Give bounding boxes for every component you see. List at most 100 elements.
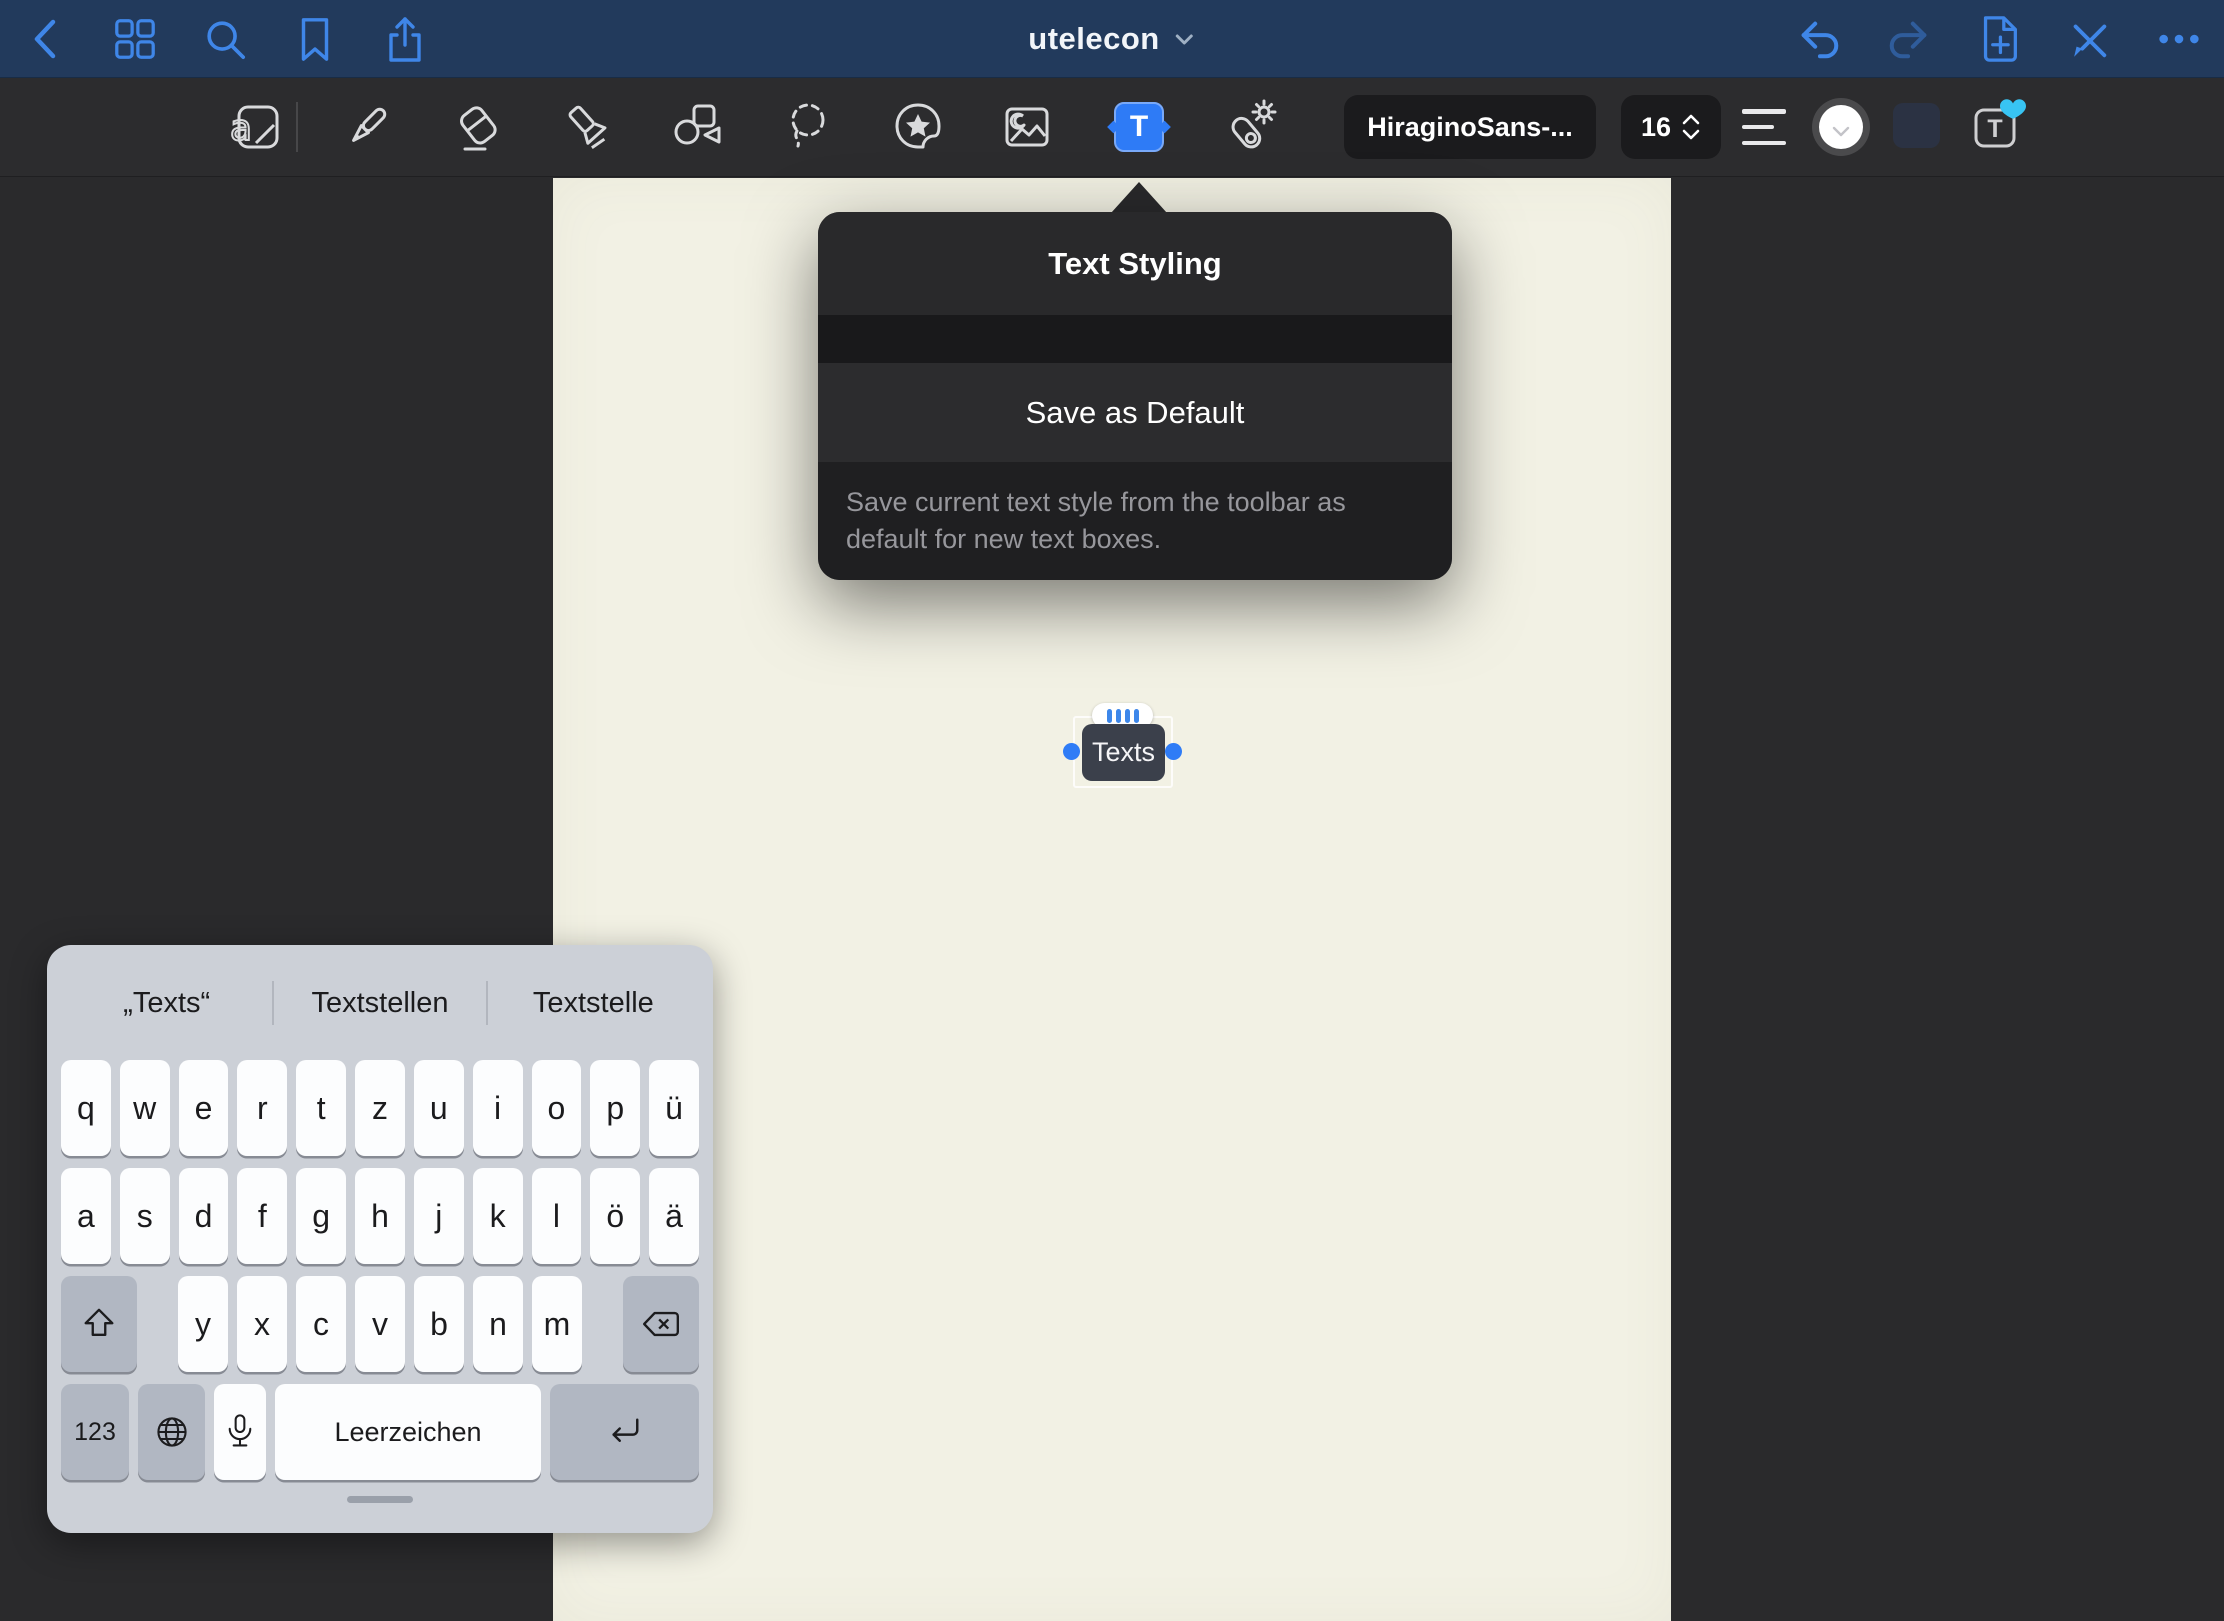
laser-tool-button[interactable] [1218, 78, 1282, 176]
pen-icon [341, 101, 393, 153]
key-p[interactable]: p [590, 1060, 640, 1156]
share-icon [383, 15, 427, 63]
key-j[interactable]: j [414, 1168, 464, 1264]
key-e[interactable]: e [179, 1060, 229, 1156]
drag-bar [1107, 709, 1112, 723]
microphone-icon [221, 1411, 259, 1453]
redo-button[interactable] [1886, 16, 1932, 62]
document-title-button[interactable]: utelecon [1028, 0, 1195, 78]
popover-separator-band [818, 315, 1452, 363]
key-z[interactable]: z [355, 1060, 405, 1156]
key-v[interactable]: v [355, 1276, 405, 1372]
resize-handle-right[interactable] [1165, 743, 1182, 760]
text-color-button[interactable] [1812, 98, 1870, 156]
return-key[interactable] [550, 1384, 699, 1480]
key-x[interactable]: x [237, 1276, 287, 1372]
suggestion-quoted[interactable]: „Texts“ [61, 987, 272, 1020]
text-tool-button[interactable]: T [1107, 78, 1171, 176]
search-icon [202, 16, 248, 62]
font-name-button[interactable]: HiraginoSans-... [1344, 95, 1596, 159]
resize-handle-left[interactable] [1063, 743, 1080, 760]
key-k[interactable]: k [473, 1168, 523, 1264]
sticker-tool-button[interactable] [886, 78, 950, 176]
backspace-icon [639, 1304, 683, 1344]
globe-key[interactable] [138, 1384, 205, 1480]
undo-button[interactable] [1796, 16, 1842, 62]
key-i[interactable]: i [473, 1060, 523, 1156]
popover-arrow [1111, 182, 1167, 213]
text-box[interactable]: Texts [1082, 724, 1165, 781]
workspace: Texts Text Styling Save as Default Save … [0, 178, 2224, 1621]
shapes-tool-button[interactable] [666, 78, 730, 176]
text-color-white-swatch [1819, 105, 1863, 149]
space-key[interactable]: Leerzeichen [275, 1384, 541, 1480]
key-y[interactable]: y [178, 1276, 228, 1372]
text-align-button[interactable] [1742, 107, 1790, 147]
lasso-icon [783, 101, 835, 153]
key-w[interactable]: w [120, 1060, 170, 1156]
shift-key[interactable] [61, 1276, 137, 1372]
dictation-key[interactable] [214, 1384, 266, 1480]
pencil-disconnect-button[interactable] [2066, 16, 2112, 62]
image-icon [1001, 101, 1053, 153]
inactive-button-highlight [1893, 103, 1940, 148]
keyboard-drag-handle[interactable] [347, 1496, 413, 1503]
key-s[interactable]: s [120, 1168, 170, 1264]
font-size-value: 16 [1641, 112, 1671, 143]
favorite-text-style-button[interactable]: T [1972, 102, 2024, 154]
swatch-chevron-icon [1832, 126, 1850, 138]
editing-mode-button[interactable]: a [224, 78, 288, 176]
suggestion-1[interactable]: Textstellen [274, 987, 485, 1020]
toolbar-divider [296, 102, 298, 152]
document-title: utelecon [1028, 21, 1159, 57]
key-l[interactable]: l [532, 1168, 582, 1264]
key-m[interactable]: m [532, 1276, 582, 1372]
key-q[interactable]: q [61, 1060, 111, 1156]
key-g[interactable]: g [296, 1168, 346, 1264]
key-b[interactable]: b [414, 1276, 464, 1372]
image-tool-button[interactable] [995, 78, 1059, 176]
eraser-tool-button[interactable] [446, 78, 510, 176]
key-r[interactable]: r [237, 1060, 287, 1156]
chevron-down-icon [1174, 28, 1196, 50]
key-h[interactable]: h [355, 1168, 405, 1264]
lasso-tool-button[interactable] [777, 78, 841, 176]
key-u[interactable]: u [414, 1060, 464, 1156]
popover-title: Text Styling [818, 212, 1452, 315]
text-tool-selected: T [1114, 102, 1164, 152]
align-bar [1742, 109, 1786, 114]
key-o[interactable]: o [532, 1060, 582, 1156]
bookmark-icon [295, 16, 335, 62]
bookmark-button[interactable] [292, 16, 338, 62]
key-auml[interactable]: ä [649, 1168, 699, 1264]
return-icon [604, 1412, 646, 1452]
key-a[interactable]: a [61, 1168, 111, 1264]
share-button[interactable] [382, 16, 428, 62]
undo-icon [1796, 15, 1842, 63]
key-f[interactable]: f [237, 1168, 287, 1264]
search-button[interactable] [202, 16, 248, 62]
back-chevron-icon [29, 16, 61, 62]
suggestion-2[interactable]: Textstelle [488, 987, 699, 1020]
back-button[interactable] [22, 16, 68, 62]
key-ouml[interactable]: ö [590, 1168, 640, 1264]
numbers-key[interactable]: 123 [61, 1384, 129, 1480]
key-d[interactable]: d [179, 1168, 229, 1264]
font-size-stepper[interactable]: 16 [1621, 95, 1721, 159]
align-bar [1742, 125, 1774, 130]
key-uuml[interactable]: ü [649, 1060, 699, 1156]
more-button[interactable] [2156, 16, 2202, 62]
add-page-button[interactable] [1976, 16, 2022, 62]
text-styling-popover: Text Styling Save as Default Save curren… [818, 212, 1452, 580]
highlighter-tool-button[interactable] [556, 78, 620, 176]
thumbnails-button[interactable] [112, 16, 158, 62]
key-t[interactable]: t [296, 1060, 346, 1156]
save-as-default-button[interactable]: Save as Default [818, 363, 1452, 462]
key-c[interactable]: c [296, 1276, 346, 1372]
pen-tool-button[interactable] [335, 78, 399, 176]
backspace-key[interactable] [623, 1276, 699, 1372]
pencil-cross-icon [2066, 15, 2112, 63]
text-box-content: Texts [1092, 737, 1155, 768]
key-n[interactable]: n [473, 1276, 523, 1372]
keyboard-row-4: 123 Leerzeichen [61, 1384, 699, 1480]
